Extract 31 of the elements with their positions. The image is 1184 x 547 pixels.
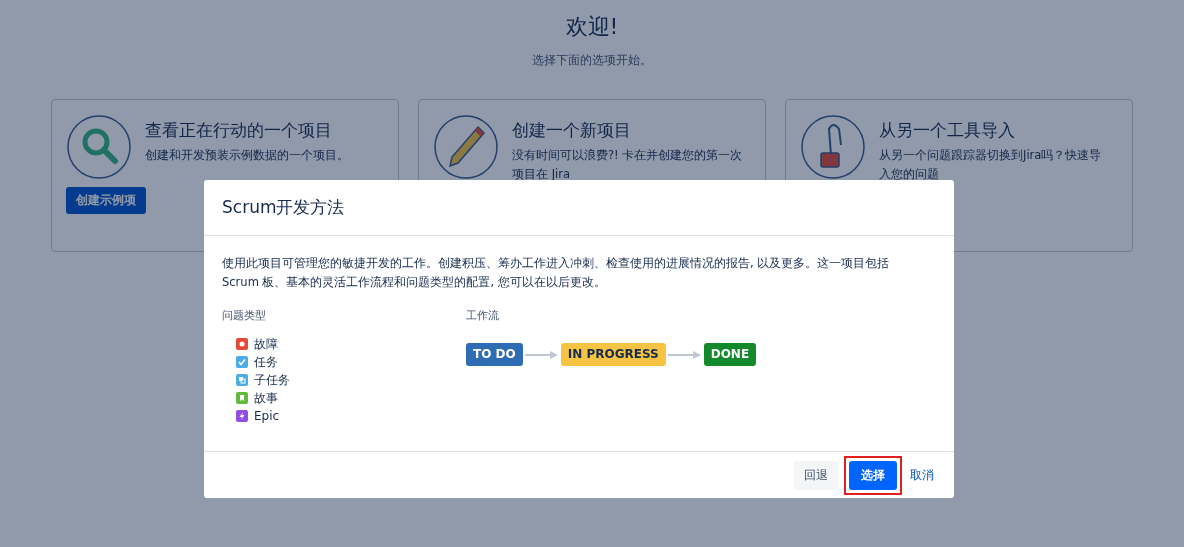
card-title: 从另一个工具导入 [879, 119, 1016, 142]
status-lozenge: DONE [703, 343, 757, 366]
card-description: 没有时间可以浪费?! 卡在并创建您的第一次 [512, 147, 743, 164]
vacuum-icon [801, 115, 865, 179]
magnifier-icon [67, 115, 131, 179]
arrow-icon [524, 349, 559, 360]
welcome-subtitle: 选择下面的选项开始。 [532, 52, 652, 69]
issue-type-label: 故障 [254, 335, 278, 353]
card-description: 入您的问题 [879, 166, 940, 183]
cancel-link[interactable]: 取消 [908, 460, 936, 490]
card-description: 项目在 Jira [512, 166, 572, 183]
card-description: 创建和开发预装示例数据的一个项目。 [145, 147, 349, 164]
welcome-title: 欢迎! [565, 13, 619, 41]
issue-type-label: 任务 [254, 353, 278, 371]
issue-type-label: 故事 [254, 389, 278, 407]
issue-type-label: 子任务 [254, 371, 290, 389]
card-description: 从另一个问题跟踪器切换到Jira吗？快速导 [879, 147, 1102, 164]
arrow-icon [667, 349, 702, 360]
back-button[interactable]: 回退 [794, 460, 838, 490]
card-title: 创建一个新项目 [512, 119, 632, 142]
card-title: 查看正在行动的一个项目 [145, 119, 333, 142]
section-label: 问题类型 [222, 308, 267, 323]
dialog-description: 使用此项目可管理您的敏捷开发的工作。创建积压、筹办工作进入冲刺、检查使用的进展情况的报告, 以及更多。这一项目包括 Scrum 板、基本的灵活工作流程和问题类型的配置, 您可以在以后更改。 [222, 255, 891, 291]
issue-type-label: Epic [254, 409, 280, 423]
section-label: 工作流 [466, 308, 500, 323]
status-lozenge: TO DO [466, 343, 523, 366]
select-button[interactable]: 选择 [849, 460, 897, 490]
pencil-icon [434, 115, 498, 179]
status-lozenge: IN PROGRESS [560, 343, 666, 366]
create-sample-button[interactable]: 创建示例项 [66, 187, 146, 214]
dialog-title: Scrum开发方法 [222, 196, 345, 219]
